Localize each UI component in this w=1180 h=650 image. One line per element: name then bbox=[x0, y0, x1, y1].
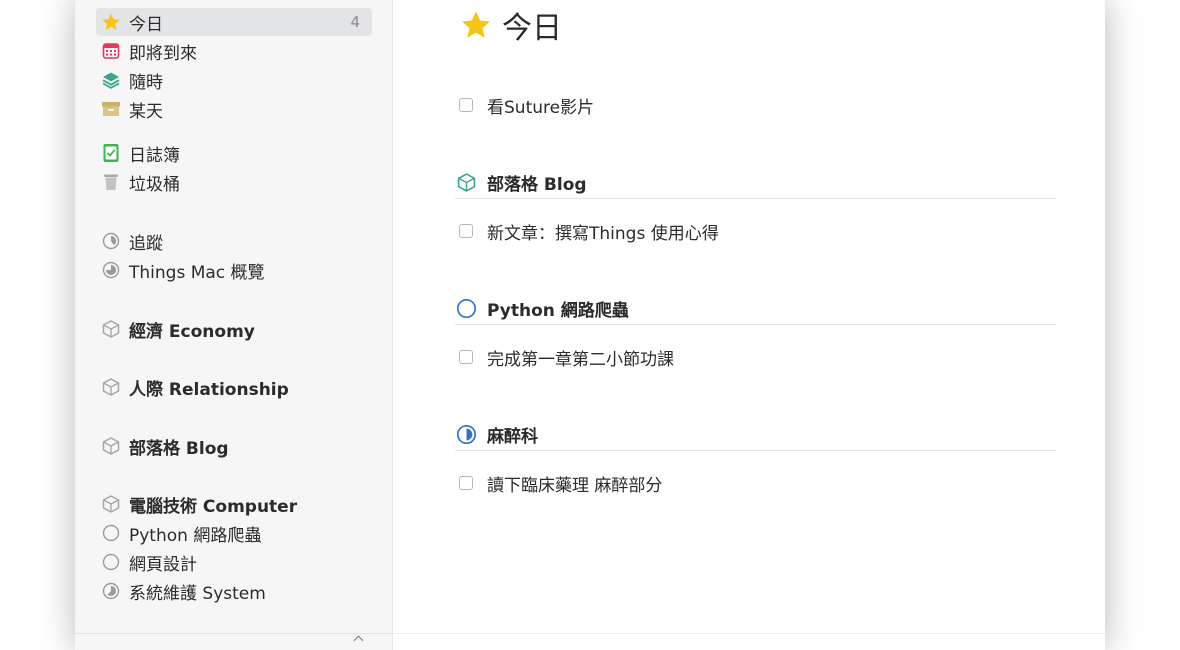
progress-pie-icon bbox=[101, 260, 121, 280]
trash-icon bbox=[101, 172, 121, 192]
sidebar-item-label: 日誌簿 bbox=[129, 145, 180, 166]
sidebar-item-computer[interactable]: 電腦技術 Computer bbox=[96, 490, 372, 518]
todo-item[interactable]: 新文章：撰寫Things 使用心得 bbox=[458, 217, 1058, 245]
sidebar-item-trash[interactable]: 垃圾桶 bbox=[96, 168, 372, 196]
project-header-label: 部落格 Blog bbox=[487, 174, 587, 195]
logbook-icon bbox=[101, 143, 121, 163]
area-cube-icon bbox=[455, 171, 477, 193]
star-icon bbox=[101, 12, 121, 32]
sidebar-item-label: 部落格 Blog bbox=[129, 438, 229, 459]
sidebar-item-system[interactable]: 系統維護 System bbox=[96, 577, 372, 605]
sidebar-item-label: 網頁設計 bbox=[129, 554, 197, 575]
calendar-icon bbox=[101, 41, 121, 61]
sidebar-item-anytime[interactable]: 隨時 bbox=[96, 66, 372, 94]
sidebar-item-label: 人際 Relationship bbox=[129, 379, 289, 400]
sidebar-item-label: 系統維護 System bbox=[129, 583, 266, 604]
today-count-badge: 4 bbox=[350, 13, 360, 31]
project-header-label: Python 網路爬蟲 bbox=[487, 300, 629, 321]
sidebar-footer bbox=[75, 633, 392, 650]
todo-item[interactable]: 看Suture影片 bbox=[458, 91, 1058, 119]
sidebar-item-label: 即將到來 bbox=[129, 43, 197, 64]
sidebar-item-label: 某天 bbox=[129, 101, 163, 122]
sidebar-item-label: Python 網路爬蟲 bbox=[129, 525, 262, 546]
project-header-anesthesia[interactable]: 麻醉科 bbox=[455, 418, 1056, 451]
area-cube-icon bbox=[101, 319, 121, 339]
area-cube-icon bbox=[101, 436, 121, 456]
todo-label: 看Suture影片 bbox=[487, 97, 595, 118]
project-header-blog[interactable]: 部落格 Blog bbox=[455, 166, 1056, 199]
half-pie-icon bbox=[455, 423, 477, 445]
sidebar: 今日 4 即將到來 隨時 某天 日誌簿 垃圾桶 追蹤 Things Mac 概覽… bbox=[75, 0, 393, 650]
page-title: 今日 bbox=[460, 3, 562, 47]
sidebar-item-label: 電腦技術 Computer bbox=[129, 496, 298, 517]
todo-item[interactable]: 完成第一章第二小節功課 bbox=[458, 343, 1058, 371]
area-cube-icon bbox=[101, 377, 121, 397]
sidebar-item-things-mac[interactable]: Things Mac 概覽 bbox=[96, 256, 372, 284]
sidebar-item-upcoming[interactable]: 即將到來 bbox=[96, 37, 372, 65]
empty-circle-icon bbox=[455, 297, 477, 319]
todo-label: 完成第一章第二小節功課 bbox=[487, 349, 674, 370]
sidebar-item-label: 隨時 bbox=[129, 72, 163, 93]
content-footer bbox=[393, 633, 1105, 650]
star-icon bbox=[460, 9, 492, 41]
project-header-python[interactable]: Python 網路爬蟲 bbox=[455, 292, 1056, 325]
things-window: 今日 4 即將到來 隨時 某天 日誌簿 垃圾桶 追蹤 Things Mac 概覽… bbox=[75, 0, 1105, 650]
sidebar-item-label: 垃圾桶 bbox=[129, 174, 180, 195]
sidebar-item-label: 追蹤 bbox=[129, 233, 163, 254]
todo-checkbox[interactable] bbox=[459, 98, 473, 112]
project-header-label: 麻醉科 bbox=[487, 426, 538, 447]
progress-pie-icon bbox=[101, 231, 121, 251]
sidebar-item-python-crawler[interactable]: Python 網路爬蟲 bbox=[96, 519, 372, 547]
empty-circle-icon bbox=[101, 552, 121, 572]
progress-pie-icon bbox=[101, 581, 121, 601]
archive-box-icon bbox=[101, 99, 121, 119]
sidebar-item-tracking[interactable]: 追蹤 bbox=[96, 227, 372, 255]
sidebar-item-today[interactable]: 今日 4 bbox=[96, 8, 372, 36]
area-cube-icon bbox=[101, 494, 121, 514]
sidebar-item-economy[interactable]: 經濟 Economy bbox=[96, 315, 372, 343]
sidebar-item-label: Things Mac 概覽 bbox=[129, 262, 265, 283]
todo-label: 新文章：撰寫Things 使用心得 bbox=[487, 223, 719, 244]
todo-label: 讀下臨床藥理 麻醉部分 bbox=[487, 475, 663, 496]
todo-checkbox[interactable] bbox=[459, 224, 473, 238]
sidebar-item-someday[interactable]: 某天 bbox=[96, 95, 372, 123]
sidebar-item-logbook[interactable]: 日誌簿 bbox=[96, 139, 372, 167]
empty-circle-icon bbox=[101, 523, 121, 543]
chevron-up-icon[interactable] bbox=[353, 635, 364, 646]
todo-item[interactable]: 讀下臨床藥理 麻醉部分 bbox=[458, 469, 1058, 497]
sidebar-item-label: 經濟 Economy bbox=[129, 321, 255, 342]
sidebar-item-web-design[interactable]: 網頁設計 bbox=[96, 548, 372, 576]
page-title-text: 今日 bbox=[502, 11, 562, 46]
sidebar-item-label: 今日 bbox=[129, 14, 163, 35]
todo-checkbox[interactable] bbox=[459, 476, 473, 490]
layers-icon bbox=[101, 70, 121, 90]
sidebar-item-relationship[interactable]: 人際 Relationship bbox=[96, 373, 372, 401]
todo-checkbox[interactable] bbox=[459, 350, 473, 364]
sidebar-item-blog[interactable]: 部落格 Blog bbox=[96, 432, 372, 460]
